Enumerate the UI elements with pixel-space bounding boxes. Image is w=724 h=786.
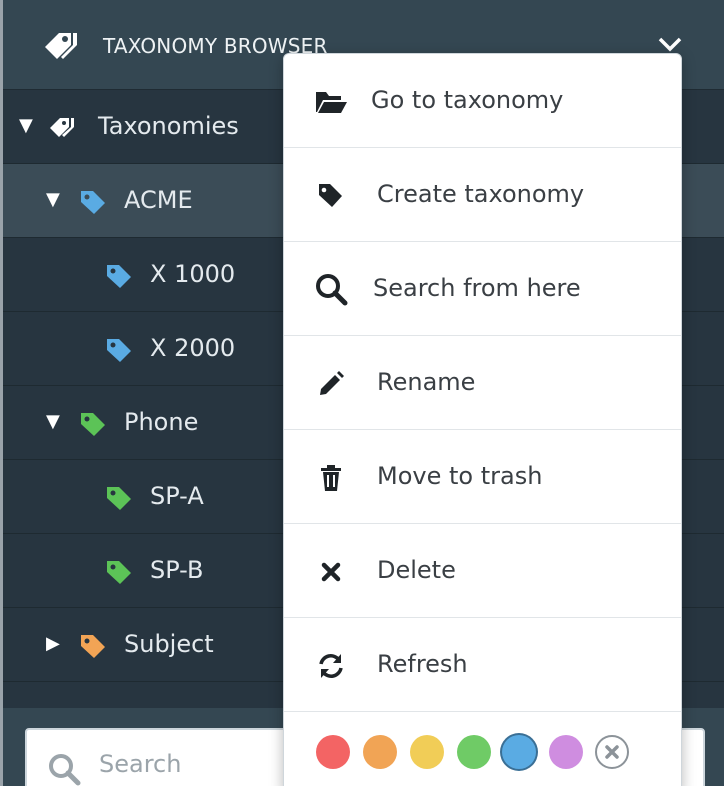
color-picker <box>284 712 681 786</box>
color-swatch-purple[interactable] <box>549 735 583 769</box>
tags-icon <box>50 118 74 137</box>
search-icon <box>316 274 348 306</box>
tag-icon <box>107 561 131 584</box>
menu-item-go-to-taxonomy[interactable]: Go to taxonomy <box>284 54 681 148</box>
close-icon <box>321 562 341 582</box>
tag-icon <box>81 635 105 658</box>
tree-item-label: SP-A <box>150 482 204 510</box>
caret-down-icon[interactable]: ▼ <box>46 190 60 210</box>
search-icon <box>49 754 81 786</box>
refresh-icon <box>319 654 343 678</box>
menu-item-move-to-trash[interactable]: Move to trash <box>284 430 681 524</box>
color-swatch-blue[interactable] <box>502 735 536 769</box>
menu-item-refresh[interactable]: Refresh <box>284 618 681 712</box>
menu-item-search-from-here[interactable]: Search from here <box>284 242 681 336</box>
close-icon <box>605 745 619 759</box>
context-menu: Go to taxonomy Create taxonomy Search fr… <box>283 53 682 786</box>
tree-item-label: SP-B <box>150 556 204 584</box>
tag-icon <box>81 413 105 436</box>
menu-item-label: Delete <box>377 556 456 584</box>
color-swatch-red[interactable] <box>316 735 350 769</box>
pencil-icon <box>320 371 344 395</box>
menu-item-delete[interactable]: Delete <box>284 524 681 618</box>
caret-right-icon[interactable]: ▶ <box>46 634 60 654</box>
menu-item-label: Rename <box>377 368 476 396</box>
tag-icon <box>107 487 131 510</box>
tag-icon <box>107 265 131 288</box>
folder-open-icon <box>316 92 347 113</box>
tree-root-label: Taxonomies <box>98 112 239 140</box>
menu-item-create-taxonomy[interactable]: Create taxonomy <box>284 148 681 242</box>
caret-down-icon[interactable]: ▼ <box>19 116 33 136</box>
menu-item-rename[interactable]: Rename <box>284 336 681 430</box>
chevron-down-icon[interactable] <box>656 34 684 54</box>
clear-color-button[interactable] <box>595 735 629 769</box>
tree-item-label: ACME <box>124 186 193 214</box>
trash-icon <box>321 465 341 491</box>
color-swatch-yellow[interactable] <box>410 735 444 769</box>
menu-item-label: Refresh <box>377 650 468 678</box>
tree-item-label: X 2000 <box>150 334 236 362</box>
menu-item-label: Move to trash <box>377 462 543 490</box>
color-swatch-orange[interactable] <box>363 735 397 769</box>
tag-icon <box>319 184 342 207</box>
caret-down-icon[interactable]: ▼ <box>46 412 60 432</box>
color-swatch-green[interactable] <box>457 735 491 769</box>
menu-item-label: Search from here <box>373 274 581 302</box>
tags-icon <box>45 33 77 59</box>
tree-item-label: Phone <box>124 408 199 436</box>
menu-item-label: Create taxonomy <box>377 180 585 208</box>
menu-item-label: Go to taxonomy <box>371 86 564 114</box>
tree-item-label: Subject <box>124 630 214 658</box>
tag-icon <box>81 191 105 214</box>
tag-icon <box>107 339 131 362</box>
search-placeholder: Search <box>99 750 182 778</box>
tree-item-label: X 1000 <box>150 260 236 288</box>
